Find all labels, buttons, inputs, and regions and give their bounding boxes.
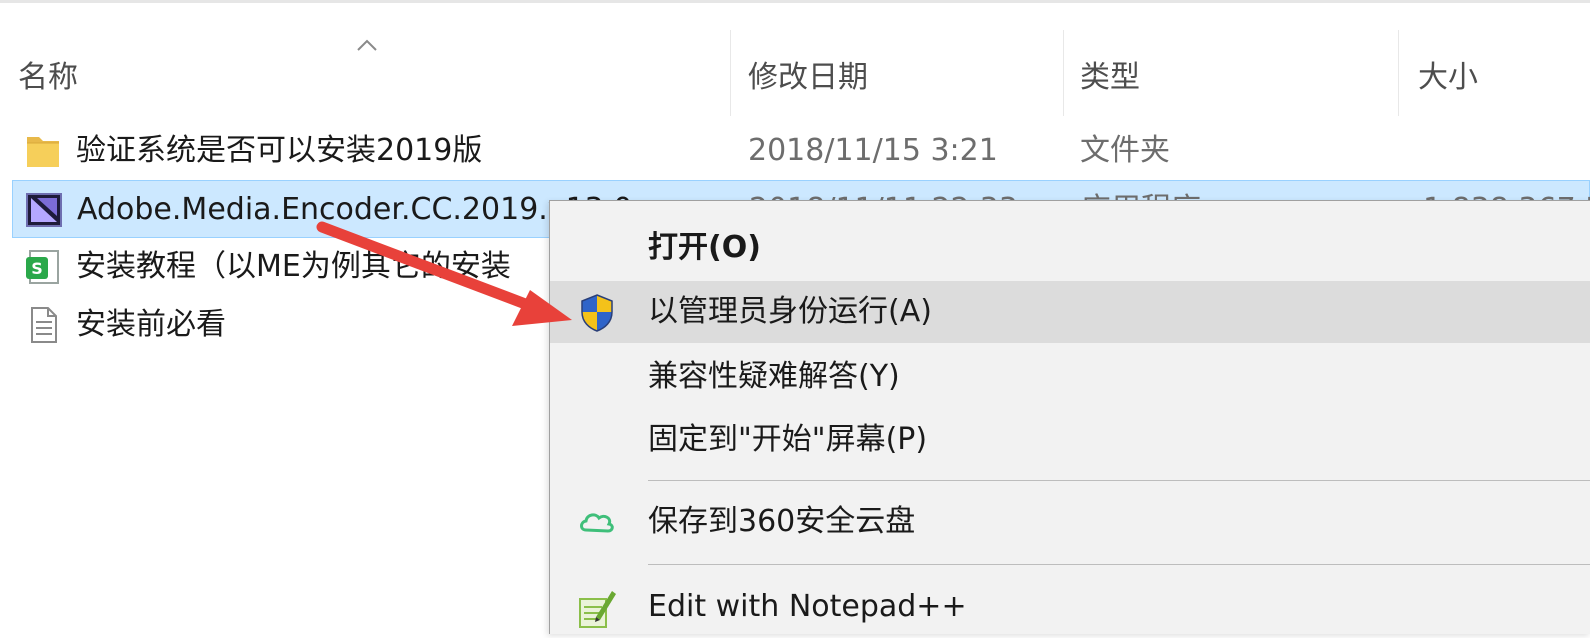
column-header-size[interactable]: 大小 — [1418, 60, 1478, 96]
menu-item-label: 以管理员身份运行(A) — [648, 294, 932, 329]
menu-item-label: 固定到"开始"屏幕(P) — [648, 422, 928, 457]
file-date: 2018/11/15 3:21 — [748, 133, 998, 168]
menu-item-open[interactable]: 打开(O) — [550, 217, 1590, 279]
menu-item-label: 保存到360安全云盘 — [648, 504, 916, 539]
uac-shield-icon — [581, 294, 613, 332]
text-file-icon — [31, 307, 57, 343]
context-menu: 打开(O) 以管理员身份运行(A) 兼容性疑难解答(Y) 固定到"开始"屏幕(P… — [549, 200, 1590, 634]
column-divider[interactable] — [1398, 30, 1399, 116]
file-type: 文件夹 — [1080, 133, 1170, 168]
menu-item-edit-with-notepadpp[interactable]: Edit with Notepad++ — [550, 576, 1590, 638]
menu-item-compatibility-troubleshoot[interactable]: 兼容性疑难解答(Y) — [550, 346, 1590, 408]
file-name: 验证系统是否可以安装2019版 — [76, 133, 483, 168]
menu-separator — [648, 564, 1590, 565]
file-row[interactable]: 验证系统是否可以安装2019版 2018/11/15 3:21 文件夹 — [12, 122, 1590, 180]
menu-separator — [648, 480, 1590, 481]
file-name: 安装前必看 — [76, 307, 226, 342]
column-divider[interactable] — [730, 30, 731, 116]
menu-item-label: 兼容性疑难解答(Y) — [648, 359, 900, 394]
window-top-border — [0, 0, 1590, 3]
cloud-360-icon — [580, 513, 614, 533]
spreadsheet-icon: S — [26, 250, 59, 284]
menu-item-pin-to-start[interactable]: 固定到"开始"屏幕(P) — [550, 409, 1590, 471]
file-name: 安装教程（以ME为例其它的安装 — [76, 249, 511, 284]
svg-text:S: S — [31, 259, 43, 278]
folder-icon — [27, 137, 59, 167]
sort-ascending-icon — [357, 39, 377, 51]
column-header-bar: 名称 修改日期 类型 大小 — [0, 12, 1590, 116]
column-header-type[interactable]: 类型 — [1080, 60, 1140, 96]
column-header-name[interactable]: 名称 — [18, 60, 78, 96]
menu-item-save-to-360-cloud[interactable]: 保存到360安全云盘 — [550, 491, 1590, 553]
notepadpp-icon — [579, 591, 616, 628]
media-encoder-app-icon — [26, 193, 62, 227]
column-header-date[interactable]: 修改日期 — [748, 60, 868, 96]
menu-item-label: Edit with Notepad++ — [648, 589, 967, 624]
menu-item-label: 打开(O) — [648, 230, 761, 265]
column-divider[interactable] — [1063, 30, 1064, 116]
menu-item-run-as-admin[interactable]: 以管理员身份运行(A) — [550, 281, 1590, 343]
